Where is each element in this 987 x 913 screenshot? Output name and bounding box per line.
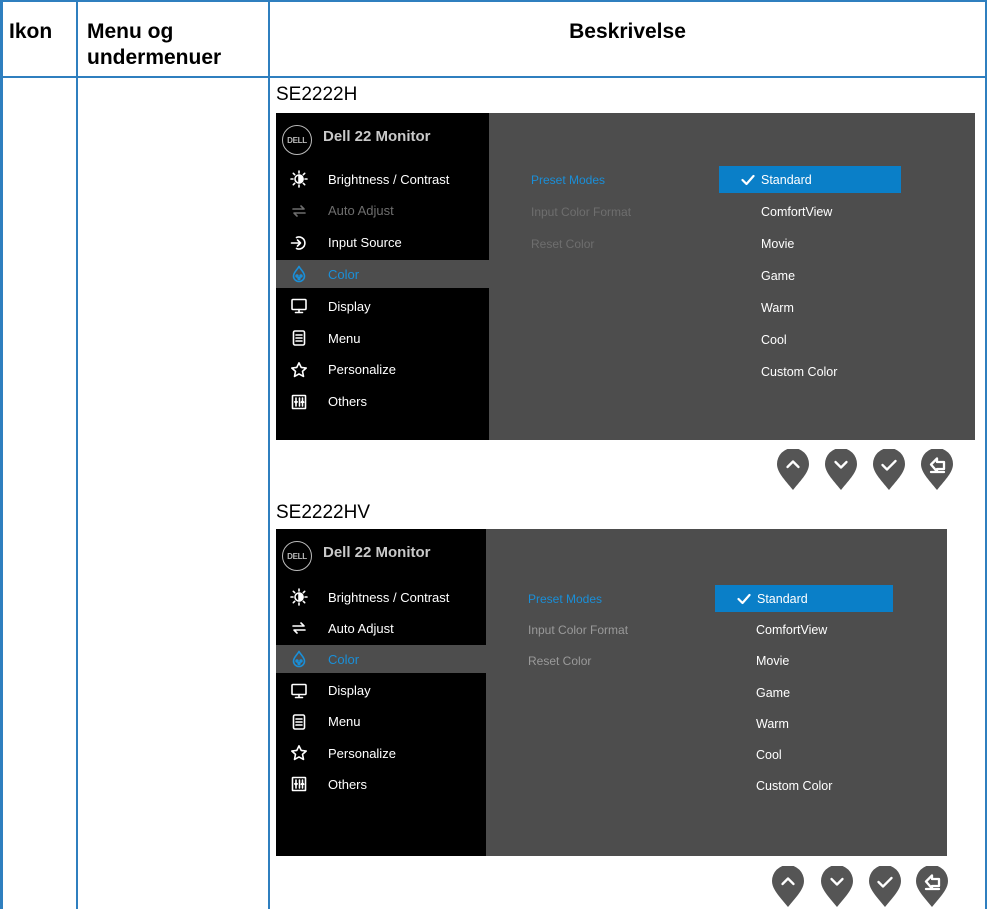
osd-menu-label: Auto Adjust bbox=[328, 203, 394, 219]
model-label-se2222h: SE2222H bbox=[276, 84, 358, 105]
osd-option-comfortview[interactable]: ComfortView bbox=[761, 205, 832, 219]
osd-menu-label: Others bbox=[328, 776, 368, 792]
back-button[interactable] bbox=[920, 448, 954, 491]
dell-logo-icon: DELL bbox=[282, 541, 312, 571]
confirm-button[interactable] bbox=[872, 448, 906, 491]
osd-menu-label: Personalize bbox=[328, 362, 396, 378]
osd-menu-item-color[interactable]: Color bbox=[276, 260, 489, 289]
osd-submenu-reset-color[interactable]: Reset Color bbox=[528, 654, 591, 668]
osd-title: Dell 22 Monitor bbox=[323, 128, 431, 145]
osd-screen-se2222h: DELL Dell 22 Monitor Brightness / Contrast… bbox=[276, 113, 975, 440]
osd-menu-label: Others bbox=[328, 394, 368, 410]
osd-menu-label: Personalize bbox=[328, 745, 396, 761]
osd-menu-label: Menu bbox=[328, 714, 361, 730]
osd-menu-label: Auto Adjust bbox=[328, 620, 394, 636]
auto-adjust-icon bbox=[290, 619, 308, 637]
osd-option-selected[interactable]: Standard bbox=[719, 166, 901, 193]
osd-menu-item-display[interactable]: Display bbox=[276, 677, 486, 705]
model-label-se2222hv: SE2222HV bbox=[276, 502, 371, 523]
osd-title: Dell 22 Monitor bbox=[323, 544, 431, 561]
table-border-col1 bbox=[76, 0, 78, 909]
star-icon bbox=[290, 361, 308, 379]
checkmark-icon bbox=[737, 593, 751, 605]
color-icon bbox=[290, 265, 308, 283]
confirm-button[interactable] bbox=[868, 865, 902, 908]
osd-screen-se2222hv: DELL Dell 22 Monitor Brightness / Contrast… bbox=[276, 529, 947, 856]
osd-menu-label: Input Source bbox=[328, 235, 402, 251]
table-border-col2 bbox=[268, 0, 270, 909]
osd-menu-item-auto-adjust[interactable]: Auto Adjust bbox=[276, 614, 486, 642]
osd-option-cool[interactable]: Cool bbox=[756, 748, 782, 762]
star-icon bbox=[290, 744, 308, 762]
osd-submenu-input-color-format[interactable]: Input Color Format bbox=[528, 623, 628, 637]
input-source-icon bbox=[290, 234, 308, 252]
others-icon bbox=[290, 775, 308, 793]
up-button[interactable] bbox=[771, 865, 805, 908]
down-button[interactable] bbox=[824, 448, 858, 491]
osd-submenu-input-color-format[interactable]: Input Color Format bbox=[531, 205, 631, 219]
header-icon: Ikon bbox=[9, 20, 53, 43]
osd-menu-item-menu[interactable]: Menu bbox=[276, 708, 486, 736]
display-icon bbox=[290, 682, 308, 700]
osd-menu-label: Display bbox=[328, 683, 371, 699]
brightness-icon bbox=[290, 588, 308, 606]
osd-menu-label: Brightness / Contrast bbox=[328, 589, 450, 605]
osd-option-label: Standard bbox=[757, 591, 808, 606]
osd-option-custom-color[interactable]: Custom Color bbox=[761, 365, 837, 379]
osd-menu-item-brightness-contrast[interactable]: Brightness / Contrast bbox=[276, 165, 489, 193]
header-description: Beskrivelse bbox=[569, 20, 686, 43]
color-icon bbox=[290, 650, 308, 668]
osd-menu-item-personalize[interactable]: Personalize bbox=[276, 739, 486, 767]
osd-option-custom-color[interactable]: Custom Color bbox=[756, 779, 832, 793]
menu-icon bbox=[290, 329, 308, 347]
osd-menu-label: Display bbox=[328, 298, 371, 314]
osd-menu-item-auto-adjust[interactable]: Auto Adjust bbox=[276, 197, 489, 225]
checkmark-icon bbox=[741, 174, 755, 186]
osd-menu-item-brightness-contrast[interactable]: Brightness / Contrast bbox=[276, 583, 486, 611]
osd-submenu-preset-modes[interactable]: Preset Modes bbox=[531, 173, 605, 187]
back-button[interactable] bbox=[915, 865, 949, 908]
osd-option-game[interactable]: Game bbox=[756, 686, 790, 700]
osd-submenu-preset-modes[interactable]: Preset Modes bbox=[528, 592, 602, 606]
brightness-icon bbox=[290, 170, 308, 188]
osd-option-cool[interactable]: Cool bbox=[761, 333, 787, 347]
osd-menu-item-input-source[interactable]: Input Source bbox=[276, 229, 489, 257]
osd-option-game[interactable]: Game bbox=[761, 269, 795, 283]
down-button[interactable] bbox=[820, 865, 854, 908]
table-border-top bbox=[0, 0, 987, 2]
osd-option-warm[interactable]: Warm bbox=[761, 301, 794, 315]
header-menu: Menu og undermenuer bbox=[87, 20, 222, 69]
table-border-left bbox=[0, 0, 3, 909]
osd-menu-item-others[interactable]: Others bbox=[276, 388, 489, 416]
up-button[interactable] bbox=[776, 448, 810, 491]
osd-menu-label: Color bbox=[328, 651, 360, 667]
osd-option-selected[interactable]: Standard bbox=[715, 585, 893, 612]
osd-option-label: Standard bbox=[761, 172, 812, 187]
auto-adjust-icon bbox=[290, 202, 308, 220]
osd-option-warm[interactable]: Warm bbox=[756, 717, 789, 731]
dell-logo-icon: DELL bbox=[282, 125, 312, 155]
osd-menu-label: Menu bbox=[328, 330, 361, 346]
osd-submenu-reset-color[interactable]: Reset Color bbox=[531, 237, 594, 251]
table-header-divider bbox=[0, 76, 987, 78]
osd-menu-item-color[interactable]: Color bbox=[276, 645, 486, 674]
osd-menu-item-display[interactable]: Display bbox=[276, 292, 489, 320]
osd-menu-label: Brightness / Contrast bbox=[328, 171, 450, 187]
osd-option-movie[interactable]: Movie bbox=[756, 654, 789, 668]
others-icon bbox=[290, 393, 308, 411]
display-icon bbox=[290, 297, 308, 315]
menu-icon bbox=[290, 713, 308, 731]
osd-menu-label: Color bbox=[328, 266, 360, 282]
osd-menu-item-others[interactable]: Others bbox=[276, 770, 486, 798]
osd-menu-item-menu[interactable]: Menu bbox=[276, 324, 489, 352]
osd-menu-item-personalize[interactable]: Personalize bbox=[276, 356, 489, 384]
osd-option-movie[interactable]: Movie bbox=[761, 237, 794, 251]
osd-option-comfortview[interactable]: ComfortView bbox=[756, 623, 827, 637]
